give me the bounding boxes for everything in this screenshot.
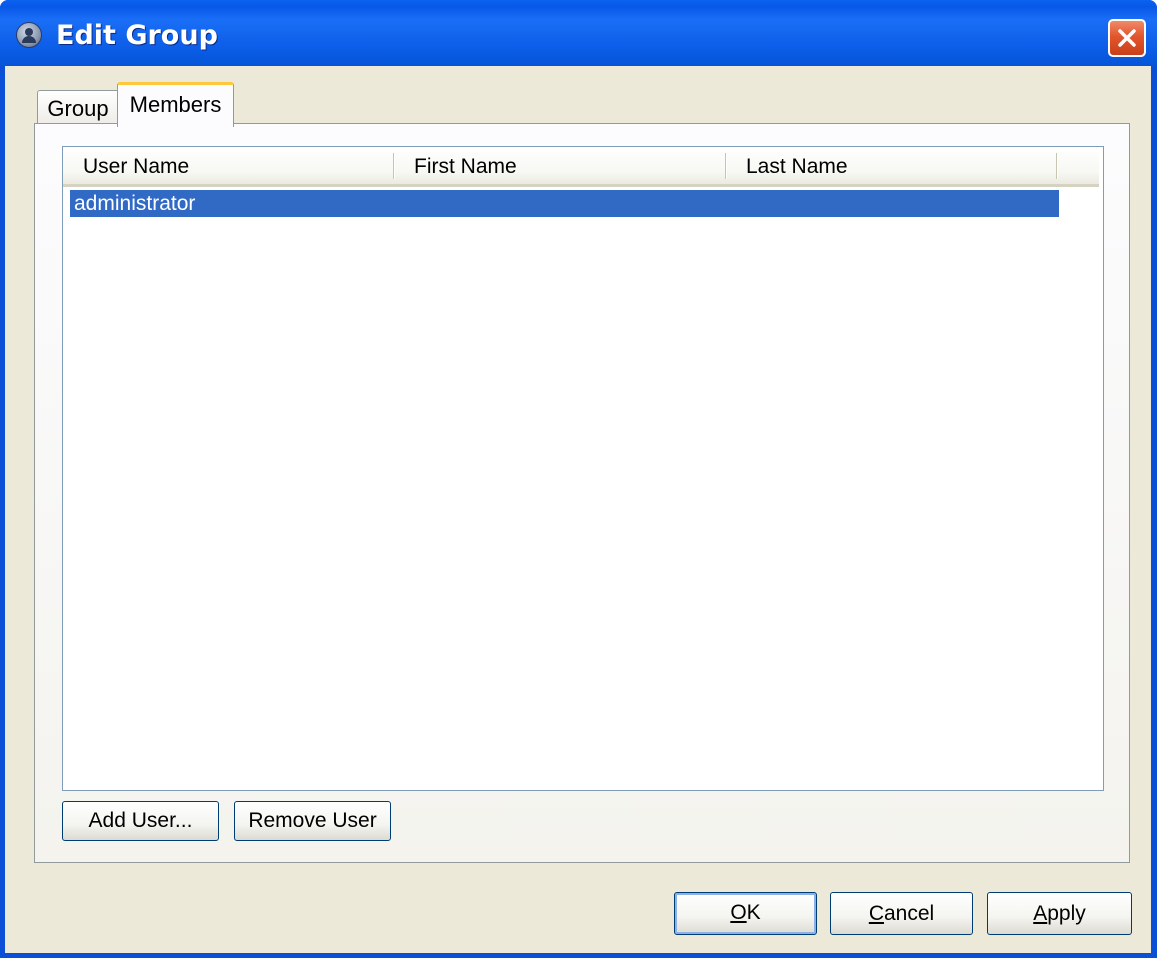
remove-user-button[interactable]: Remove User	[234, 801, 391, 841]
cell-user-name: administrator	[74, 192, 196, 215]
add-user-button[interactable]: Add User...	[62, 801, 219, 841]
user-group-icon	[16, 22, 42, 48]
title-bar[interactable]: Edit Group	[0, 0, 1157, 66]
apply-label: pply	[1047, 902, 1086, 925]
members-list[interactable]: User Name First Name Last Name administr…	[62, 146, 1104, 791]
column-header-last-name[interactable]: Last Name	[746, 155, 848, 179]
column-divider[interactable]	[1056, 153, 1058, 179]
column-header-user-name[interactable]: User Name	[83, 155, 189, 179]
list-row-selected[interactable]: administrator	[70, 190, 1059, 217]
ok-label: K	[746, 901, 761, 924]
ok-mnemonic: O	[730, 901, 747, 924]
column-header-first-name[interactable]: First Name	[414, 155, 517, 179]
cancel-button[interactable]: Cancel	[830, 892, 973, 935]
edit-group-window: Edit Group Group Members User Name First…	[0, 0, 1157, 958]
column-divider[interactable]	[725, 153, 727, 179]
tab-group[interactable]: Group	[37, 90, 119, 126]
apply-button[interactable]: Apply	[987, 892, 1132, 935]
close-icon	[1118, 29, 1136, 47]
tab-members[interactable]: Members	[117, 82, 234, 127]
members-tab-panel: User Name First Name Last Name administr…	[34, 123, 1130, 863]
close-button[interactable]	[1108, 19, 1146, 57]
cancel-mnemonic: C	[868, 902, 884, 925]
dialog-body: Group Members User Name First Name Last …	[5, 66, 1151, 953]
cancel-label: ancel	[883, 902, 935, 925]
column-divider[interactable]	[393, 153, 395, 179]
apply-mnemonic: A	[1033, 902, 1048, 925]
ok-button[interactable]: OK	[674, 892, 817, 935]
window-title: Edit Group	[56, 20, 218, 51]
list-header: User Name First Name Last Name	[63, 147, 1099, 187]
